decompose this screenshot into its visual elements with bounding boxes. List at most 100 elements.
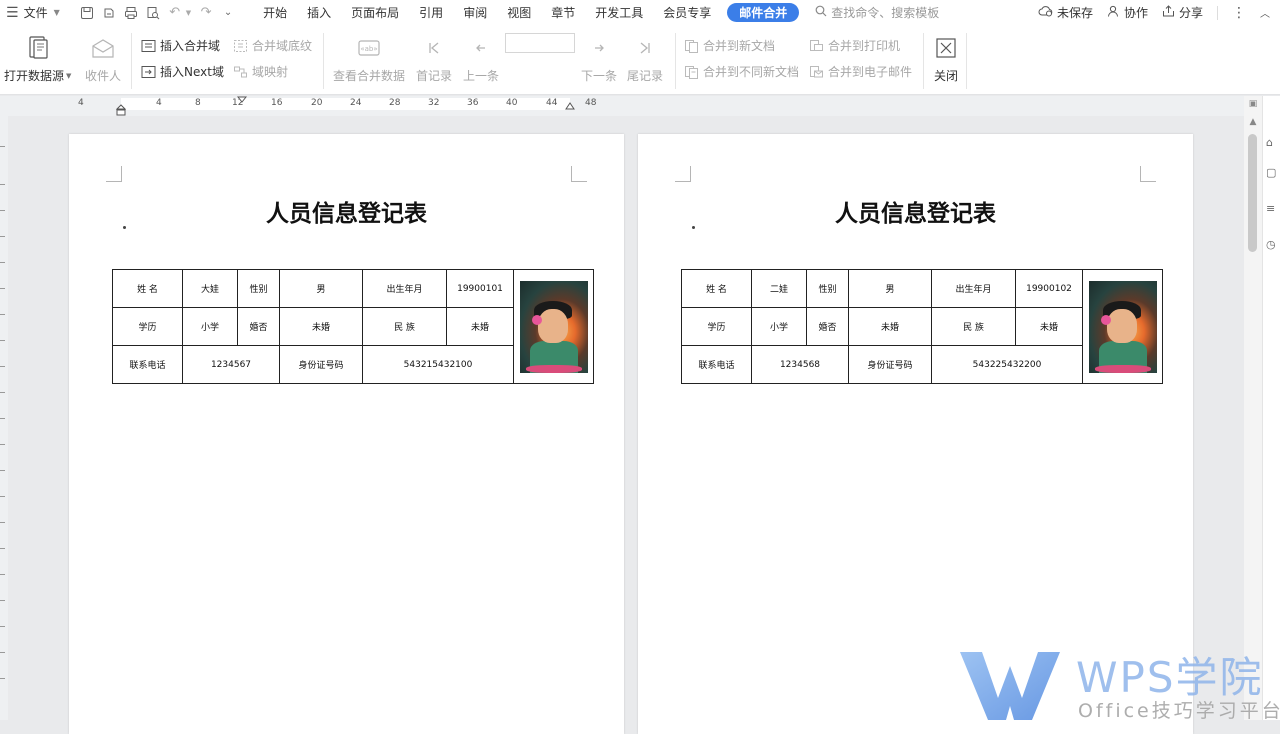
open-datasource-button[interactable]: 打开数据源 ▼ <box>4 35 71 84</box>
export-icon[interactable] <box>100 4 118 22</box>
ruler-tick <box>0 314 5 315</box>
save-icon[interactable] <box>78 4 96 22</box>
gender-value[interactable]: 男 <box>848 269 932 308</box>
recipients-button[interactable]: 收件人 <box>85 35 121 84</box>
view-merged-data-button[interactable]: «ab» 查看合并数据 <box>333 35 405 84</box>
birth-label[interactable]: 出生年月 <box>931 269 1016 308</box>
ethnicity-value[interactable]: 未婚 <box>446 307 514 346</box>
paragraph-mark <box>123 226 126 229</box>
document-page-1[interactable]: 人员信息登记表 姓 名 大娃 性别 男 出生年月 19900101 学历 小学 … <box>69 134 624 734</box>
last-record-button[interactable]: 尾记录 <box>627 35 663 84</box>
gender-value[interactable]: 男 <box>279 269 363 308</box>
merge-to-new-doc-button[interactable]: 合并到新文档 <box>684 37 775 54</box>
marital-value[interactable]: 未婚 <box>848 307 932 346</box>
photo-cell[interactable] <box>513 269 594 384</box>
file-menu[interactable]: ☰ 文件 ▼ <box>0 0 64 25</box>
education-label[interactable]: 学历 <box>681 307 752 346</box>
collab-button[interactable]: 协作 <box>1107 4 1148 21</box>
birth-label[interactable]: 出生年月 <box>362 269 447 308</box>
tab-view[interactable]: 视图 <box>497 0 541 25</box>
ruler-tick <box>0 418 5 419</box>
gender-label[interactable]: 性别 <box>237 269 280 308</box>
first-record-button[interactable]: 首记录 <box>416 35 452 84</box>
style-panel-icon[interactable]: ⌂ <box>1266 136 1278 150</box>
ethnicity-label[interactable]: 民 族 <box>362 307 447 346</box>
tab-home[interactable]: 开始 <box>253 0 297 25</box>
ethnicity-label[interactable]: 民 族 <box>931 307 1016 346</box>
phone-value[interactable]: 1234568 <box>751 345 849 384</box>
education-label[interactable]: 学历 <box>112 307 183 346</box>
marital-label[interactable]: 婚否 <box>237 307 280 346</box>
left-indent-marker[interactable] <box>115 104 127 119</box>
phone-label[interactable]: 联系电话 <box>112 345 183 384</box>
registration-table[interactable]: 姓 名 二娃 性别 男 出生年月 19900102 学历 小学 婚否 未婚 民 … <box>681 269 1163 384</box>
vertical-scrollbar[interactable]: ▣ ▲ <box>1244 96 1262 720</box>
scroll-top-icon[interactable]: ▣ <box>1247 98 1259 110</box>
birth-value[interactable]: 19900102 <box>1015 269 1083 308</box>
tab-references[interactable]: 引用 <box>409 0 453 25</box>
name-value[interactable]: 大娃 <box>182 269 238 308</box>
next-record-button[interactable]: 下一条 <box>581 35 617 84</box>
name-label[interactable]: 姓 名 <box>112 269 183 308</box>
marital-value[interactable]: 未婚 <box>279 307 363 346</box>
marital-label[interactable]: 婚否 <box>806 307 849 346</box>
gender-label[interactable]: 性别 <box>806 269 849 308</box>
page-title[interactable]: 人员信息登记表 <box>69 194 624 228</box>
command-search[interactable]: 查找命令、搜索模板 <box>815 4 939 21</box>
help-panel-icon[interactable]: ◷ <box>1266 238 1278 252</box>
print-preview-icon[interactable] <box>144 4 162 22</box>
undo-icon[interactable]: ↶ <box>166 4 184 22</box>
name-value[interactable]: 二娃 <box>751 269 807 308</box>
phone-label[interactable]: 联系电话 <box>681 345 752 384</box>
scroll-up-icon[interactable]: ▲ <box>1247 116 1259 128</box>
ethnicity-value[interactable]: 未婚 <box>1015 307 1083 346</box>
quick-access-more-icon[interactable]: ⌄ <box>219 4 237 22</box>
right-indent-marker[interactable] <box>565 102 575 113</box>
more-options-icon[interactable]: ⋮ <box>1232 5 1246 21</box>
print-icon[interactable] <box>122 4 140 22</box>
collapse-ribbon-icon[interactable]: ︿ <box>1260 5 1270 20</box>
insert-next-field-button[interactable]: 插入Next域 <box>141 63 224 80</box>
redo-icon[interactable]: ↷ <box>197 4 215 22</box>
tab-member[interactable]: 会员专享 <box>653 0 721 25</box>
close-mail-merge-button[interactable]: 关闭 <box>933 35 959 84</box>
tab-review[interactable]: 审阅 <box>453 0 497 25</box>
insert-merge-field-button[interactable]: 插入合并域 <box>141 37 220 54</box>
page-title[interactable]: 人员信息登记表 <box>638 194 1193 228</box>
id-number-value[interactable]: 543215432100 <box>362 345 514 384</box>
select-panel-icon[interactable]: ▢ <box>1266 166 1278 180</box>
horizontal-ruler[interactable]: 4 4 8 12 16 20 24 28 32 36 40 44 48 <box>0 96 1244 116</box>
tab-insert[interactable]: 插入 <box>297 0 341 25</box>
merge-field-shading-button[interactable]: 合并域底纹 <box>233 37 312 54</box>
merge-to-email-button[interactable]: 合并到电子邮件 <box>809 63 912 80</box>
id-number-label[interactable]: 身份证号码 <box>279 345 363 384</box>
record-number-input[interactable] <box>505 33 575 53</box>
registration-table[interactable]: 姓 名 大娃 性别 男 出生年月 19900101 学历 小学 婚否 未婚 民 … <box>112 269 594 384</box>
id-number-label[interactable]: 身份证号码 <box>848 345 932 384</box>
merge-to-diff-docs-button[interactable]: 合并到不同新文档 <box>684 63 799 80</box>
field-mapping-button[interactable]: 域映射 <box>233 63 288 80</box>
education-value[interactable]: 小学 <box>751 307 807 346</box>
name-label[interactable]: 姓 名 <box>681 269 752 308</box>
prev-record-button[interactable]: 上一条 <box>463 35 499 84</box>
scrollbar-thumb[interactable] <box>1248 134 1257 252</box>
undo-dropdown-icon[interactable]: ▼ <box>186 9 191 17</box>
id-number-value[interactable]: 543225432200 <box>931 345 1083 384</box>
diff-docs-icon <box>684 64 699 79</box>
education-value[interactable]: 小学 <box>182 307 238 346</box>
first-line-indent-marker[interactable] <box>236 96 248 106</box>
tab-chapter[interactable]: 章节 <box>541 0 585 25</box>
ruler-tick <box>0 652 5 653</box>
share-button[interactable]: 分享 <box>1162 4 1203 21</box>
tab-page-layout[interactable]: 页面布局 <box>341 0 409 25</box>
format-panel-icon[interactable]: ≡ <box>1266 202 1278 216</box>
tab-developer[interactable]: 开发工具 <box>585 0 653 25</box>
merge-to-printer-button[interactable]: 合并到打印机 <box>809 37 900 54</box>
birth-value[interactable]: 19900101 <box>446 269 514 308</box>
share-icon <box>1162 5 1175 20</box>
unsaved-status[interactable]: 未保存 <box>1038 4 1093 21</box>
tab-mail-merge[interactable]: 邮件合并 <box>727 3 800 22</box>
photo-cell[interactable] <box>1082 269 1163 384</box>
vertical-ruler[interactable] <box>0 116 8 720</box>
phone-value[interactable]: 1234567 <box>182 345 280 384</box>
